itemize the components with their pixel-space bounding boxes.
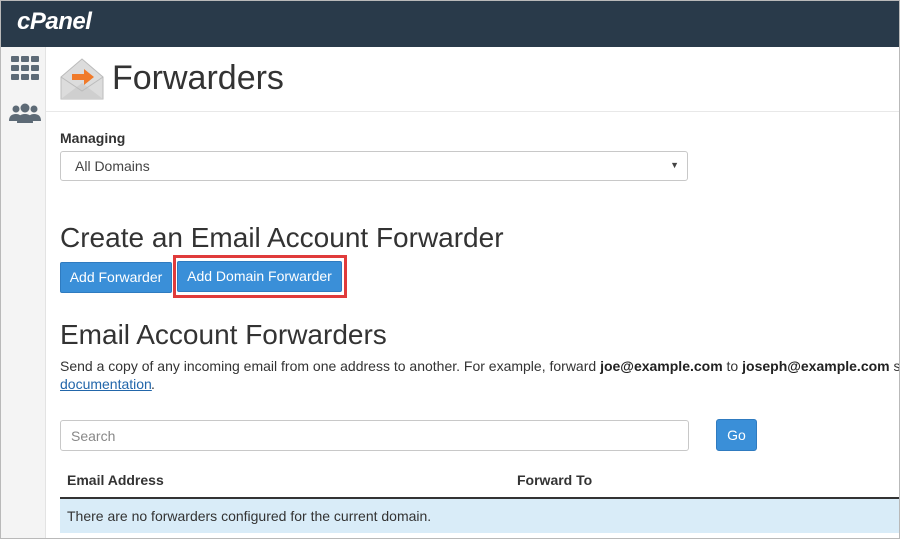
email-forwarders-title: Email Account Forwarders: [60, 319, 387, 350]
add-forwarder-button[interactable]: Add Forwarder: [60, 262, 172, 293]
documentation-period: .: [151, 376, 155, 392]
go-button[interactable]: Go: [716, 419, 757, 451]
create-forwarder-title: Create an Email Account Forwarder: [60, 222, 504, 253]
column-header-forward-to[interactable]: Forward To: [517, 472, 592, 488]
caret-down-icon: ▼: [670, 160, 679, 170]
domain-select-value: All Domains: [75, 158, 150, 174]
empty-table-row: There are no forwarders configured for t…: [60, 499, 900, 533]
managing-label: Managing: [60, 130, 126, 146]
domain-select[interactable]: All Domains ▼: [60, 151, 688, 181]
add-domain-forwarder-button[interactable]: Add Domain Forwarder: [177, 261, 342, 292]
cpanel-logo[interactable]: cPanel: [17, 8, 92, 36]
documentation-link[interactable]: documentation: [60, 376, 152, 392]
users-icon[interactable]: [9, 103, 41, 128]
envelope-forward-icon: [60, 57, 104, 106]
forwarders-description: Send a copy of any incoming email from o…: [60, 358, 900, 374]
header-divider: [46, 111, 900, 112]
grid-icon[interactable]: [11, 56, 39, 85]
example-email-1: joe@example.com: [600, 358, 723, 374]
page-title: Forwarders: [112, 59, 284, 97]
search-input[interactable]: [60, 420, 689, 451]
sidebar: [0, 47, 46, 539]
column-header-email[interactable]: Email Address: [67, 472, 164, 488]
top-bar: cPanel: [0, 0, 900, 47]
example-email-2: joseph@example.com: [742, 358, 890, 374]
main-content: Forwarders Managing All Domains ▼ Create…: [46, 47, 900, 539]
